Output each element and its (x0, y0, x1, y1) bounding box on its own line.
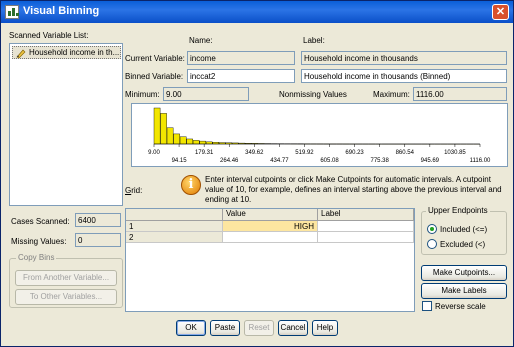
missing-values-value: 0 (75, 233, 121, 247)
histogram-tick-label: 605.08 (320, 158, 339, 164)
binned-variable-name-input[interactable]: inccat2 (187, 69, 295, 83)
missing-values-label: Missing Values: (11, 237, 67, 246)
window-title: Visual Binning (23, 5, 100, 17)
grid-header-label: Label (318, 209, 414, 221)
histogram-bar (205, 141, 213, 145)
minimum-value: 9.00 (163, 87, 249, 101)
histogram-tick-label: 690.23 (345, 150, 364, 156)
histogram-tick-label: 945.69 (421, 158, 440, 164)
make-labels-button[interactable]: Make Labels (421, 283, 507, 299)
reverse-scale-label: Reverse scale (435, 302, 486, 311)
binned-variable-label: Binned Variable: (125, 72, 184, 81)
cutpoint-grid[interactable]: Value Label 1 HIGH 2 (125, 208, 415, 312)
copy-bins-title: Copy Bins (16, 253, 57, 262)
info-icon: i (181, 175, 201, 195)
histogram-bar (160, 113, 167, 145)
maximum-label: Maximum: (373, 90, 410, 99)
close-button[interactable]: ✕ (492, 4, 509, 20)
list-item[interactable]: Household income in th... (12, 46, 121, 59)
minimum-label: Minimum: (125, 90, 160, 99)
histogram-tick-label: 1116.00 (470, 158, 491, 164)
histogram-tick-label: 94.15 (172, 158, 188, 164)
grid-row-number[interactable]: 1 (126, 221, 223, 232)
make-cutpoints-button[interactable]: Make Cutpoints... (421, 265, 507, 281)
histogram-bar (179, 136, 187, 145)
histogram-tick-label: 519.92 (295, 150, 314, 156)
grid-instructions: Enter interval cutpoints or click Make C… (205, 175, 502, 204)
excluded-label: Excluded (<) (440, 240, 486, 249)
histogram-bar (153, 107, 161, 145)
list-item-label: Household income in th... (29, 48, 120, 57)
histogram-tick-label: 349.62 (245, 150, 264, 156)
grid-cell-label[interactable] (318, 232, 414, 243)
upper-endpoints-title: Upper Endpoints (426, 206, 490, 215)
reset-button[interactable]: Reset (244, 320, 274, 336)
grid-label: Grid: (125, 186, 143, 195)
scanned-list-label: Scanned Variable List: (9, 31, 89, 40)
grid-row-number[interactable]: 2 (126, 232, 223, 243)
histogram-bar (173, 133, 180, 145)
excluded-radio[interactable] (427, 239, 437, 249)
histogram-bar (186, 138, 193, 145)
histogram-tick-label: 860.54 (396, 150, 415, 156)
histogram-bar (199, 140, 206, 145)
grid-header-rownum (126, 209, 223, 221)
reverse-scale-checkbox[interactable] (422, 301, 432, 311)
histogram-bar (166, 127, 174, 145)
app-icon (5, 5, 19, 19)
histogram-tick-label: 179.31 (195, 150, 214, 156)
current-variable-label-field: Household income in thousands (301, 51, 507, 65)
histogram-tick-label: 1030.85 (444, 150, 466, 156)
binned-variable-label-input[interactable]: Household income in thousands (Binned) (301, 69, 507, 83)
cases-scanned-value: 6400 (75, 213, 121, 227)
histogram-bar (192, 140, 200, 145)
histogram-tick-label: 264.46 (220, 158, 239, 164)
paste-button[interactable]: Paste (210, 320, 240, 336)
copy-from-another-variable-button[interactable]: From Another Variable... (15, 270, 117, 286)
current-variable-name-field: income (187, 51, 295, 65)
cancel-button[interactable]: Cancel (278, 320, 308, 336)
scanned-variable-list[interactable]: Household income in th... (9, 43, 123, 206)
included-radio[interactable] (427, 224, 437, 234)
current-variable-label: Current Variable: (125, 54, 185, 63)
included-label: Included (<=) (440, 225, 488, 234)
title-bar[interactable]: Visual Binning ✕ (1, 1, 513, 23)
ok-button[interactable]: OK (176, 320, 206, 336)
histogram-plot: 9.00 94.15 179.31 264.46 349.62 434.77 519.92 6… (148, 107, 491, 164)
scale-variable-icon (16, 49, 26, 58)
grid-header-value: Value (223, 209, 318, 221)
maximum-value: 1116.00 (413, 87, 507, 101)
copy-to-other-variables-button[interactable]: To Other Variables... (15, 289, 117, 305)
histogram-tick-label: 775.38 (371, 158, 390, 164)
cases-scanned-label: Cases Scanned: (11, 217, 70, 226)
grid-cell-value[interactable] (223, 232, 318, 243)
histogram-tick-label: 9.00 (148, 150, 160, 156)
label-header: Label: (303, 36, 325, 45)
grid-cell-value[interactable]: HIGH (223, 221, 318, 232)
help-button[interactable]: Help (312, 320, 338, 336)
histogram[interactable]: 9.00 94.15 179.31 264.46 349.62 434.77 519.92 6… (131, 103, 508, 167)
histogram-tick-label: 434.77 (270, 158, 289, 164)
name-header: Name: (189, 36, 213, 45)
nonmissing-values-label: Nonmissing Values (279, 90, 347, 99)
visual-binning-dialog: Visual Binning ✕ Scanned Variable List: … (0, 0, 514, 347)
grid-cell-label[interactable] (318, 221, 414, 232)
